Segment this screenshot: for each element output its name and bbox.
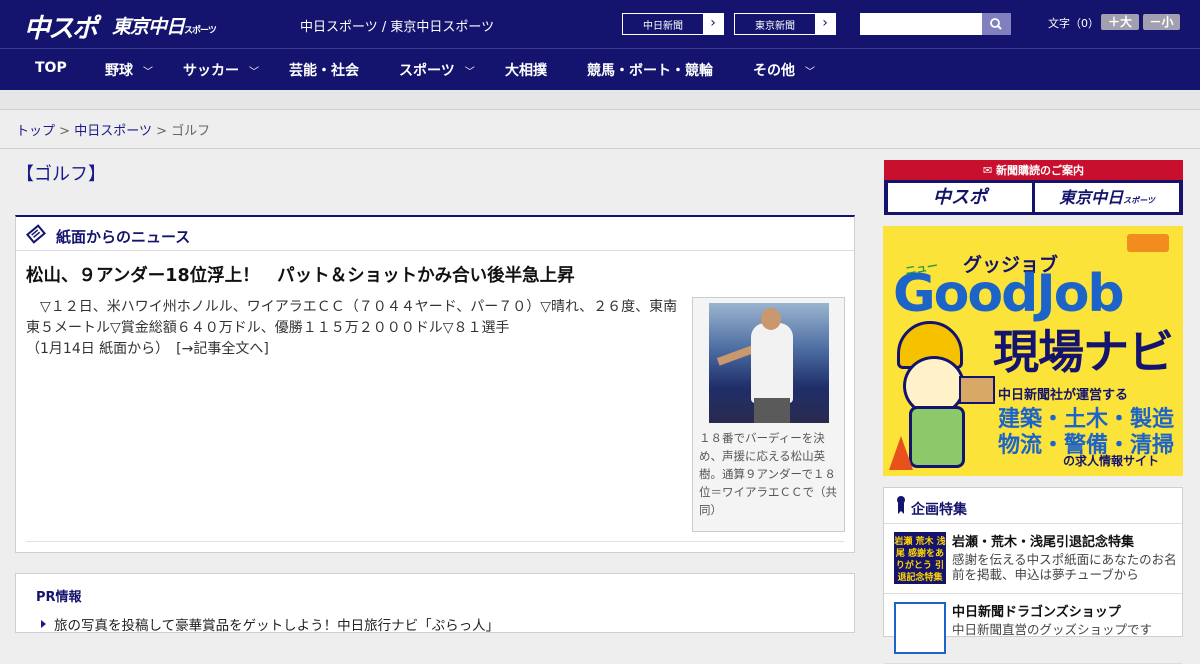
tokyo-chunichi-logo[interactable]: 東京中日スポーツ [112,12,217,39]
chunichi-shimbun-link[interactable]: 中日新聞 › [622,13,724,35]
special-features-title: 企画特集 [911,502,967,518]
subscribe-tokyo-button[interactable]: 東京中日スポーツ [1035,183,1179,212]
breadcrumb-current: ゴルフ [171,124,211,139]
nav-item-label: 大相撲 [505,63,547,79]
special-item-thumbnail: 岩瀬 荒木 浅尾 感謝をありがとう 引退記念特集 [894,532,946,584]
nav-item-sumo[interactable]: 大相撲 [505,60,547,80]
traffic-cone-icon [889,436,913,470]
special-item-title: 中日新聞ドラゴンズショップ [952,605,1121,620]
nav-item-label: その他 [753,63,795,79]
photo-legs [754,398,790,423]
special-features-header: 企画特集 [884,488,1182,524]
chevron-right-icon: › [815,14,835,34]
chuspo-logo[interactable]: 中スポ [24,8,98,45]
article-summary: ▽１２日、米ハワイ州ホノルル、ワイアラエＣＣ（７０４４ヤード、パー７０）▽晴れ、… [26,297,686,360]
site-header: 中スポ 東京中日スポーツ 中日スポーツ / 東京中日スポーツ 中日新聞 › 東京… [0,0,1200,48]
truck-icon [1127,234,1169,252]
ad-line2: の求人情報サイト [1063,454,1160,468]
ad-subtitle: 現場ナビ [993,325,1174,379]
breadcrumb-top-link[interactable]: トップ [16,124,55,139]
nav-item-label: スポーツ [399,63,455,79]
photo-golfer [751,323,793,403]
font-smaller-button[interactable]: －小 [1143,14,1180,30]
news-section-title: 紙面からのニュース [56,228,191,246]
main-nav: TOP 野球 ﹀ サッカー ﹀ 芸能・社会 スポーツ ﹀ 大相撲 競馬・ボート・競輪 … [0,48,1200,90]
bullet-arrow-icon [41,620,46,628]
article-summary-text: ▽１２日、米ハワイ州ホノルル、ワイアラエＣＣ（７０４４ヤード、パー７０）▽晴れ、… [26,299,678,336]
breadcrumb-separator: > [156,124,167,139]
article-photo[interactable] [709,303,829,423]
chevron-down-icon: ﹀ [249,67,259,78]
ad-brand: GoodJob [893,264,1125,324]
search-input[interactable] [860,13,982,35]
breadcrumb: トップ > 中日スポーツ > ゴルフ [0,111,1200,149]
site-title: 中日スポーツ / 東京中日スポーツ [300,20,495,35]
subscription-banner[interactable]: ✉ 新聞購読のご案内 中スポ 東京中日スポーツ [884,160,1183,215]
search-icon [990,18,1002,30]
nav-item-label: 競馬・ボート・競輪 [587,63,713,79]
tokyo-shimbun-label: 東京新聞 [755,21,795,32]
tokyo-chunichi-logo-text: 東京中日 [112,16,185,38]
article-date: （1月14日 紙面から） [26,341,163,357]
breadcrumb-chuspo-link[interactable]: 中日スポーツ [74,124,152,139]
special-item[interactable]: 岩瀬 荒木 浅尾 感謝をありがとう 引退記念特集 岩瀬・荒木・浅尾引退記念特集 … [884,524,1182,594]
chevron-down-icon: ﹀ [143,67,153,78]
chevron-down-icon: ﹀ [464,67,475,78]
subscription-title-text: 新聞購読のご案内 [996,164,1085,177]
nav-item-top[interactable]: TOP [35,60,67,76]
tokyo-chunichi-logo-sub: スポーツ [184,26,217,36]
article-photo-box: １８番でバーディーを決め、声援に応える松山英樹。通算９アンダーで１８位＝ワイアラ… [692,297,845,532]
font-larger-button[interactable]: ＋大 [1101,14,1139,30]
read-more-link[interactable]: [→記事全文へ] [176,341,269,357]
tokyo-shimbun-link[interactable]: 東京新聞 › [734,13,836,35]
nav-item-sports[interactable]: スポーツ ﹀ [399,60,475,80]
subscription-title: ✉ 新聞購読のご案内 [982,164,1085,177]
article-title-link[interactable]: 松山、９アンダー18位浮上！ パット＆ショットかみ合い後半急上昇 [26,262,575,287]
ribbon-icon [897,496,905,514]
chevron-down-icon: ﹀ [805,67,815,78]
sub-bar [0,90,1200,110]
search-button[interactable] [982,13,1011,35]
goodjob-ad-banner[interactable]: ニュー グッジョブ GoodJob 現場ナビ 中日新聞社が運営する 建築・土木・… [883,226,1183,476]
subscribe-tokyo-label: 東京中日 [1059,188,1124,207]
pr-section-title: PR情報 [36,590,82,605]
nav-item-soccer[interactable]: サッカー ﹀ [183,60,259,80]
nav-item-baseball[interactable]: 野球 ﹀ [105,60,153,80]
page-title: 【ゴルフ】 [16,164,106,185]
newspaper-icon [26,224,46,244]
pr-section: PR情報 旅の写真を投稿して豪華賞品をゲットしよう！中日旅行ナビ「ぷらっ人」 [15,573,855,634]
subscribe-tokyo-sub: スポーツ [1123,196,1155,205]
dragons-mascot-thumbnail [894,602,946,654]
nav-item-label: 芸能・社会 [289,63,359,79]
nav-item-label: TOP [35,60,67,76]
special-item-desc: 感謝を伝える中スポ紙面にあなたのお名前を掲載、申込は夢チューブから [952,552,1177,582]
divider [26,541,844,542]
news-section: 紙面からのニュース 松山、９アンダー18位浮上！ パット＆ショットかみ合い後半急… [15,215,855,553]
nav-item-label: 野球 [105,63,133,79]
news-section-header: 紙面からのニュース [16,217,854,251]
special-item-title: 岩瀬・荒木・浅尾引退記念特集 [952,535,1135,550]
nav-item-other[interactable]: その他 ﹀ [753,60,815,80]
worker-vest-icon [909,406,965,468]
photo-head [761,308,781,330]
pr-link[interactable]: 旅の写真を投稿して豪華賞品をゲットしよう！中日旅行ナビ「ぷらっ人」 [54,614,499,634]
chunichi-shimbun-label: 中日新聞 [643,21,683,32]
cardboard-box-icon [959,376,995,404]
photo-caption: １８番でバーディーを決め、声援に応える松山英樹。通算９アンダーで１８位＝ワイアラ… [699,431,837,517]
breadcrumb-separator: > [59,124,71,139]
special-features: 企画特集 岩瀬 荒木 浅尾 感謝をありがとう 引退記念特集 岩瀬・荒木・浅尾引退… [883,487,1183,664]
font-size-label: 文字（0） [1048,17,1099,30]
nav-item-label: サッカー [183,63,239,79]
subscribe-chuspo-button[interactable]: 中スポ [888,183,1032,212]
nav-item-entertainment[interactable]: 芸能・社会 [289,60,359,80]
special-item[interactable]: 中日新聞ドラゴンズショップ 中日新聞直営のグッズショップです [884,594,1182,664]
chevron-right-icon: › [703,14,723,34]
nav-item-racing[interactable]: 競馬・ボート・競輪 [587,60,713,80]
